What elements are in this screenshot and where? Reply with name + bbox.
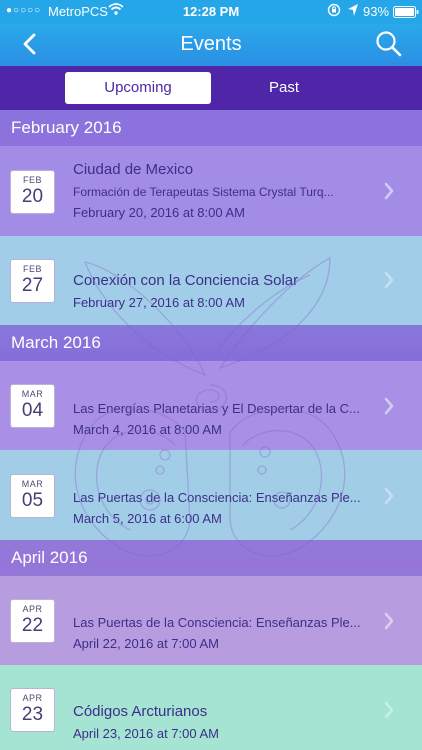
event-row[interactable]: APR 22 Las Puertas de la Consciencia: En… (0, 576, 422, 665)
date-badge: APR 22 (10, 599, 55, 643)
location-arrow-icon (347, 3, 359, 20)
event-datetime: February 27, 2016 at 8:00 AM (73, 295, 245, 310)
section-header: February 2016 (0, 110, 422, 146)
date-badge: FEB 27 (10, 259, 55, 303)
date-day: 22 (21, 615, 44, 636)
date-badge: APR 23 (10, 688, 55, 732)
date-day: 20 (21, 186, 44, 207)
chevron-right-icon (384, 612, 394, 635)
event-datetime: February 20, 2016 at 8:00 AM (73, 205, 245, 220)
date-badge: MAR 04 (10, 384, 55, 428)
battery-percentage: 93% (363, 4, 390, 19)
tab-past[interactable]: Past (211, 72, 357, 104)
event-title: Las Puertas de la Consciencia: Enseñanza… (73, 490, 361, 505)
event-row[interactable]: APR 23 Códigos Arcturianos April 23, 201… (0, 665, 422, 750)
event-row[interactable]: FEB 20 Ciudad de Mexico Formación de Ter… (0, 146, 422, 236)
search-icon[interactable] (375, 30, 403, 63)
event-text: Las Energías Planetarias y El Despertar … (73, 401, 363, 437)
tab-upcoming[interactable]: Upcoming (65, 72, 211, 104)
event-title: Las Puertas de la Consciencia: Enseñanza… (73, 615, 361, 630)
event-row[interactable]: MAR 05 Las Puertas de la Consciencia: En… (0, 450, 422, 540)
navigation-bar: Events (0, 24, 422, 66)
event-text: Las Puertas de la Consciencia: Enseñanza… (73, 490, 363, 526)
chevron-right-icon (384, 182, 394, 205)
date-month: FEB (22, 264, 42, 274)
event-title: Códigos Arcturianos (73, 703, 208, 720)
event-datetime: March 5, 2016 at 6:00 AM (73, 511, 222, 526)
chevron-right-icon (384, 397, 394, 420)
date-month: APR (22, 693, 43, 703)
chevron-right-icon (384, 487, 394, 510)
battery-icon (393, 6, 419, 21)
page-title: Events (180, 33, 242, 55)
date-month: MAR (21, 479, 44, 489)
date-month: FEB (22, 175, 42, 185)
section-header: April 2016 (0, 540, 422, 576)
status-bar: ●○○○○ MetroPCS 12:28 PM 93% (0, 0, 422, 24)
event-title: Conexión con la Conciencia Solar (73, 272, 299, 289)
date-badge: FEB 20 (10, 170, 55, 214)
chevron-right-icon (384, 701, 394, 724)
date-month: APR (22, 604, 43, 614)
chevron-right-icon (384, 271, 394, 294)
event-row[interactable]: FEB 27 Conexión con la Conciencia Solar … (0, 236, 422, 325)
date-day: 04 (21, 400, 44, 421)
event-row[interactable]: MAR 04 Las Energías Planetarias y El Des… (0, 361, 422, 450)
section-header: March 2016 (0, 325, 422, 361)
date-month: MAR (21, 389, 44, 399)
event-text: Ciudad de Mexico Formación de Terapeutas… (73, 161, 363, 220)
segmented-control: Upcoming Past (0, 66, 422, 110)
event-subtitle: Formación de Terapeutas Sistema Crystal … (73, 185, 334, 199)
event-datetime: April 23, 2016 at 7:00 AM (73, 726, 219, 741)
date-badge: MAR 05 (10, 474, 55, 518)
event-title: Ciudad de Mexico (73, 161, 194, 178)
date-day: 23 (21, 704, 44, 725)
date-day: 27 (21, 275, 44, 296)
event-datetime: April 22, 2016 at 7:00 AM (73, 636, 219, 651)
date-day: 05 (21, 490, 44, 511)
event-text: Las Puertas de la Consciencia: Enseñanza… (73, 615, 363, 651)
rotation-lock-icon (327, 3, 341, 20)
event-text: Conexión con la Conciencia Solar Februar… (73, 272, 363, 310)
event-datetime: March 4, 2016 at 8:00 AM (73, 422, 222, 437)
event-text: Códigos Arcturianos April 23, 2016 at 7:… (73, 703, 363, 741)
event-title: Las Energías Planetarias y El Despertar … (73, 401, 360, 416)
